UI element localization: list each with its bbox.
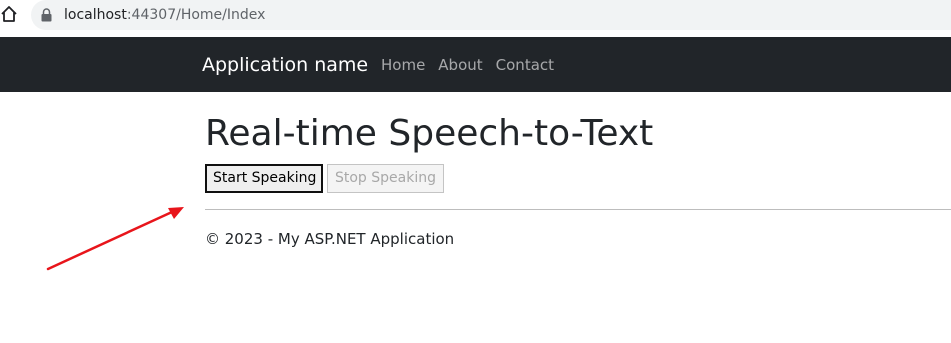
nav-link-about[interactable]: About (438, 56, 482, 74)
site-navbar: Application name Home About Contact (0, 37, 951, 92)
footer-copyright: © 2023 - My ASP.NET Application (205, 230, 455, 248)
url-port: :44307 (126, 7, 177, 23)
nav-link-contact[interactable]: Contact (496, 56, 554, 74)
url-host: localhost (64, 7, 127, 23)
nav-item-contact: Contact (496, 55, 554, 75)
start-speaking-button[interactable]: Start Speaking (205, 164, 323, 193)
browser-address-bar: localhost:44307/Home/Index (0, 0, 951, 31)
nav-link-home[interactable]: Home (381, 56, 425, 74)
brand-link[interactable]: Application name (202, 53, 368, 77)
lock-icon[interactable] (41, 8, 52, 22)
home-icon[interactable] (0, 5, 18, 23)
nav-item-home: Home (381, 55, 425, 75)
url-field[interactable]: localhost:44307/Home/Index (31, 0, 951, 30)
footer-divider (205, 209, 951, 210)
url-path: /Home/Index (176, 7, 266, 23)
url-text[interactable]: localhost:44307/Home/Index (64, 6, 265, 24)
page-title: Real-time Speech-to-Text (205, 113, 654, 154)
nav-item-about: About (438, 55, 482, 75)
stop-speaking-button[interactable]: Stop Speaking (327, 164, 444, 193)
nav-links: Home About Contact (381, 55, 554, 75)
